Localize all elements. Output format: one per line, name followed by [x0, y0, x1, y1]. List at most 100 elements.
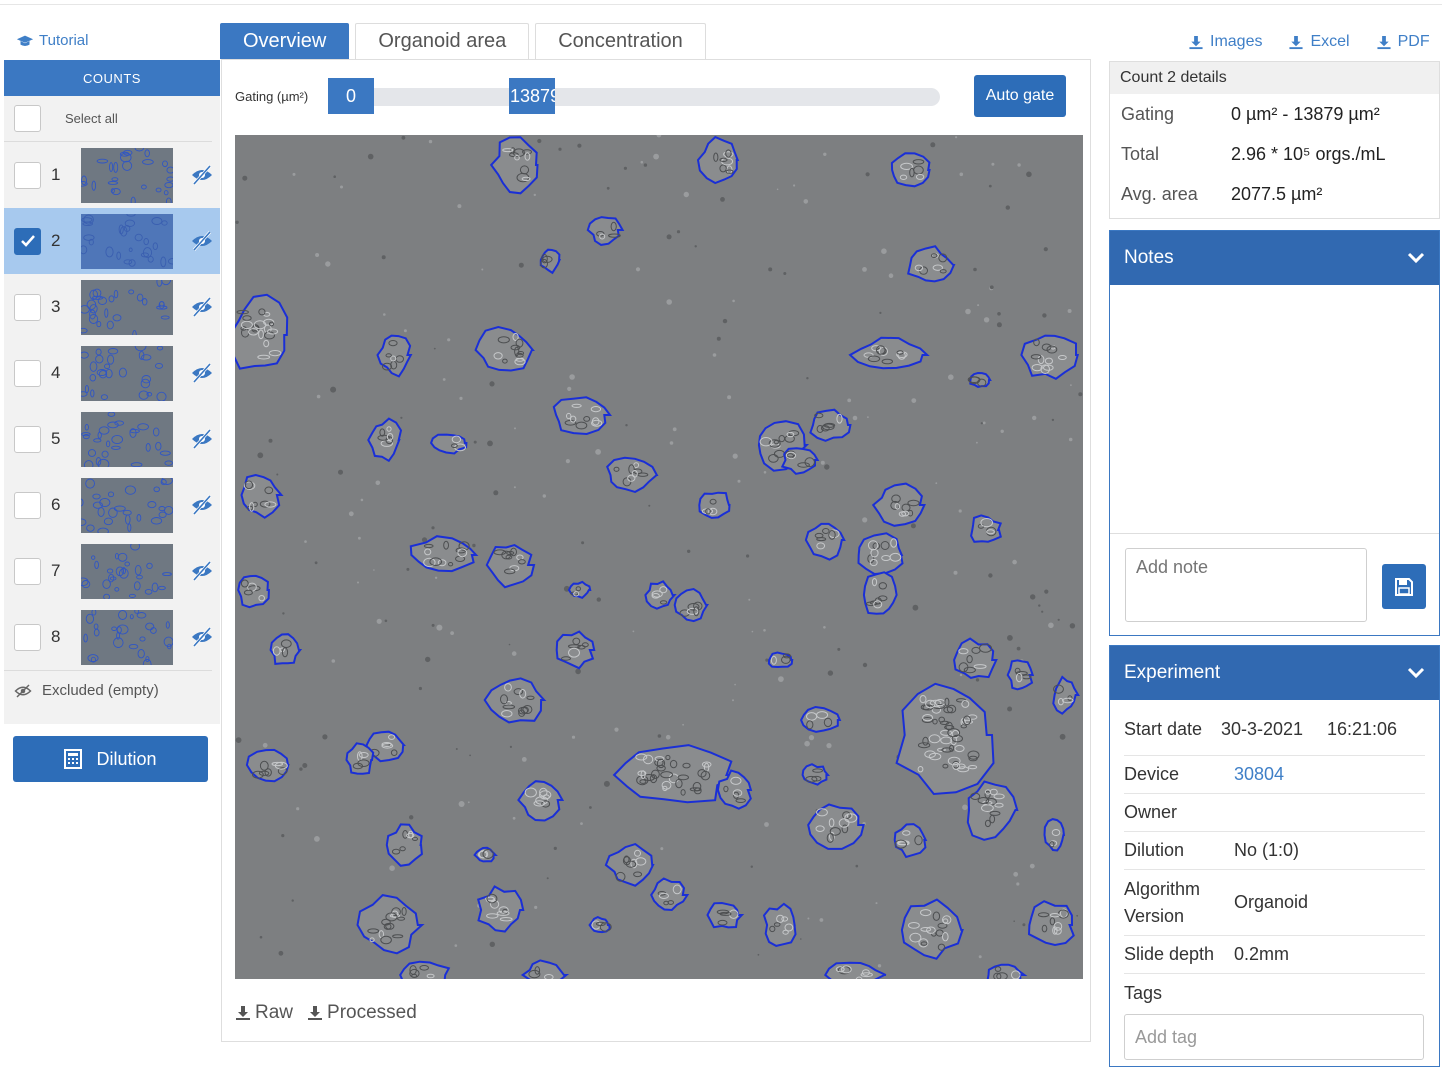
count-checkbox[interactable] [14, 359, 41, 387]
count-checkbox[interactable] [14, 425, 41, 453]
graduation-cap-icon [16, 35, 34, 46]
export-excel-link[interactable]: Excel [1288, 33, 1350, 51]
tutorial-link[interactable]: Tutorial [16, 32, 88, 49]
auto-gate-button[interactable]: Auto gate [974, 75, 1066, 117]
count-number: 5 [51, 429, 61, 448]
count-row[interactable]: 8 [4, 604, 220, 670]
count-row[interactable]: 2 [4, 208, 220, 274]
notes-title: Notes [1124, 247, 1174, 268]
export-excel-label: Excel [1310, 33, 1350, 50]
export-images-label: Images [1210, 33, 1263, 50]
details-key: Total [1121, 143, 1160, 164]
count-thumbnail[interactable] [81, 609, 173, 665]
download-icon [308, 1006, 323, 1020]
count-thumbnail[interactable] [81, 411, 173, 467]
eye-slash-icon[interactable] [190, 626, 214, 648]
gating-label: Gating (µm²) [235, 89, 309, 104]
add-note-input[interactable] [1125, 548, 1367, 622]
count-checkbox[interactable] [14, 491, 41, 519]
count-thumbnail[interactable] [81, 477, 173, 533]
download-raw-link[interactable]: Raw [235, 1002, 293, 1024]
eye-slash-icon[interactable] [190, 560, 214, 582]
thumbnail-image [81, 279, 171, 335]
thumbnail-image [81, 213, 173, 267]
export-pdf-link[interactable]: PDF [1376, 33, 1430, 51]
start-date-value: 30-3-2021 [1221, 719, 1304, 739]
details-value: 2077.5 µm² [1231, 183, 1323, 204]
count-row[interactable]: 3 [4, 274, 220, 340]
tab-overview[interactable]: Overview [220, 23, 350, 59]
tab-concentration[interactable]: Concentration [535, 23, 706, 59]
gating-max-handle[interactable]: 13879 [509, 78, 555, 114]
count-checkbox[interactable] [14, 161, 41, 189]
count-row[interactable]: 1 [4, 142, 220, 208]
tags-label: Tags [1124, 982, 1163, 1003]
count-row[interactable]: 7 [4, 538, 220, 604]
count-thumbnail[interactable] [81, 279, 173, 335]
calculator-icon [64, 749, 83, 769]
start-time-value: 16:21:06 [1327, 719, 1398, 739]
count-thumbnail[interactable] [81, 213, 173, 269]
details-row-total: Total 2.96 * 10⁵ orgs./mL [1110, 134, 1439, 174]
dilution-button[interactable]: Dilution [13, 736, 208, 782]
exp-row-dilution: Dilution No (1:0) [1124, 832, 1425, 870]
image-downloads: Raw Processed [235, 1002, 417, 1024]
eye-slash-icon[interactable] [190, 494, 214, 516]
details-row-gating: Gating 0 µm² - 13879 µm² [1110, 94, 1439, 134]
experiment-title: Experiment [1124, 662, 1221, 683]
details-value: 2.96 * 10⁵ orgs./mL [1231, 143, 1386, 164]
count-checkbox[interactable] [14, 623, 41, 651]
excluded-row[interactable]: Excluded (empty) [4, 670, 212, 710]
device-link[interactable]: 30804 [1234, 764, 1284, 785]
export-images-link[interactable]: Images [1188, 33, 1262, 51]
details-key: Gating [1121, 103, 1175, 124]
count-row[interactable]: 4 [4, 340, 220, 406]
eye-slash-icon[interactable] [190, 296, 214, 318]
download-icon [1377, 35, 1391, 49]
count-checkbox[interactable] [14, 293, 41, 321]
eye-slash-icon[interactable] [190, 428, 214, 450]
save-note-button[interactable] [1382, 564, 1426, 609]
export-links: Images Excel PDF [1188, 33, 1430, 51]
count-row[interactable]: 6 [4, 472, 220, 538]
count-checkbox[interactable] [14, 227, 41, 255]
add-tag-input[interactable]: Add tag [1124, 1014, 1424, 1060]
dilution-value: No (1:0) [1234, 840, 1300, 860]
select-all-checkbox[interactable] [14, 105, 41, 132]
count-thumbnail[interactable] [81, 345, 173, 401]
count-thumbnail[interactable] [81, 543, 173, 599]
eye-slash-icon[interactable] [190, 230, 214, 252]
count-checkbox[interactable] [14, 557, 41, 585]
processed-image[interactable] [235, 135, 1083, 979]
tab-organoid-area[interactable]: Organoid area [355, 23, 530, 59]
gating-slider-track[interactable] [352, 88, 940, 106]
download-processed-link[interactable]: Processed [307, 1002, 417, 1024]
eye-slash-icon [14, 683, 32, 698]
export-pdf-label: PDF [1397, 33, 1430, 50]
owner-label: Owner [1124, 802, 1178, 822]
select-all-row[interactable]: Select all [4, 96, 212, 142]
exp-row-algorithm: Algorithm Version Organoid [1124, 870, 1425, 936]
count-thumbnail[interactable] [81, 147, 173, 203]
slide-depth-value: 0.2mm [1234, 944, 1290, 964]
notes-header[interactable]: Notes [1110, 231, 1439, 285]
algorithm-label-line-1: Algorithm [1124, 878, 1201, 899]
count-number: 8 [51, 627, 61, 646]
experiment-header[interactable]: Experiment [1110, 646, 1439, 700]
details-row-avg-area: Avg. area 2077.5 µm² [1110, 174, 1439, 214]
notes-panel: Notes [1109, 230, 1440, 636]
device-label: Device [1124, 764, 1180, 784]
slide-depth-label: Slide depth [1124, 944, 1215, 964]
thumbnail-image [81, 477, 173, 533]
dilution-label: Dilution [96, 748, 157, 769]
count-row[interactable]: 5 [4, 406, 220, 472]
eye-slash-icon[interactable] [190, 164, 214, 186]
gating-min-handle[interactable]: 0 [328, 78, 374, 114]
thumbnail-image [81, 345, 167, 401]
eye-slash-icon[interactable] [190, 362, 214, 384]
notes-list [1110, 285, 1439, 533]
download-raw-label: Raw [255, 1002, 294, 1023]
count-number: 1 [51, 165, 61, 184]
exp-row-start-date: Start date 30-3-2021 16:21:06 [1124, 700, 1425, 756]
download-processed-label: Processed [327, 1002, 417, 1023]
